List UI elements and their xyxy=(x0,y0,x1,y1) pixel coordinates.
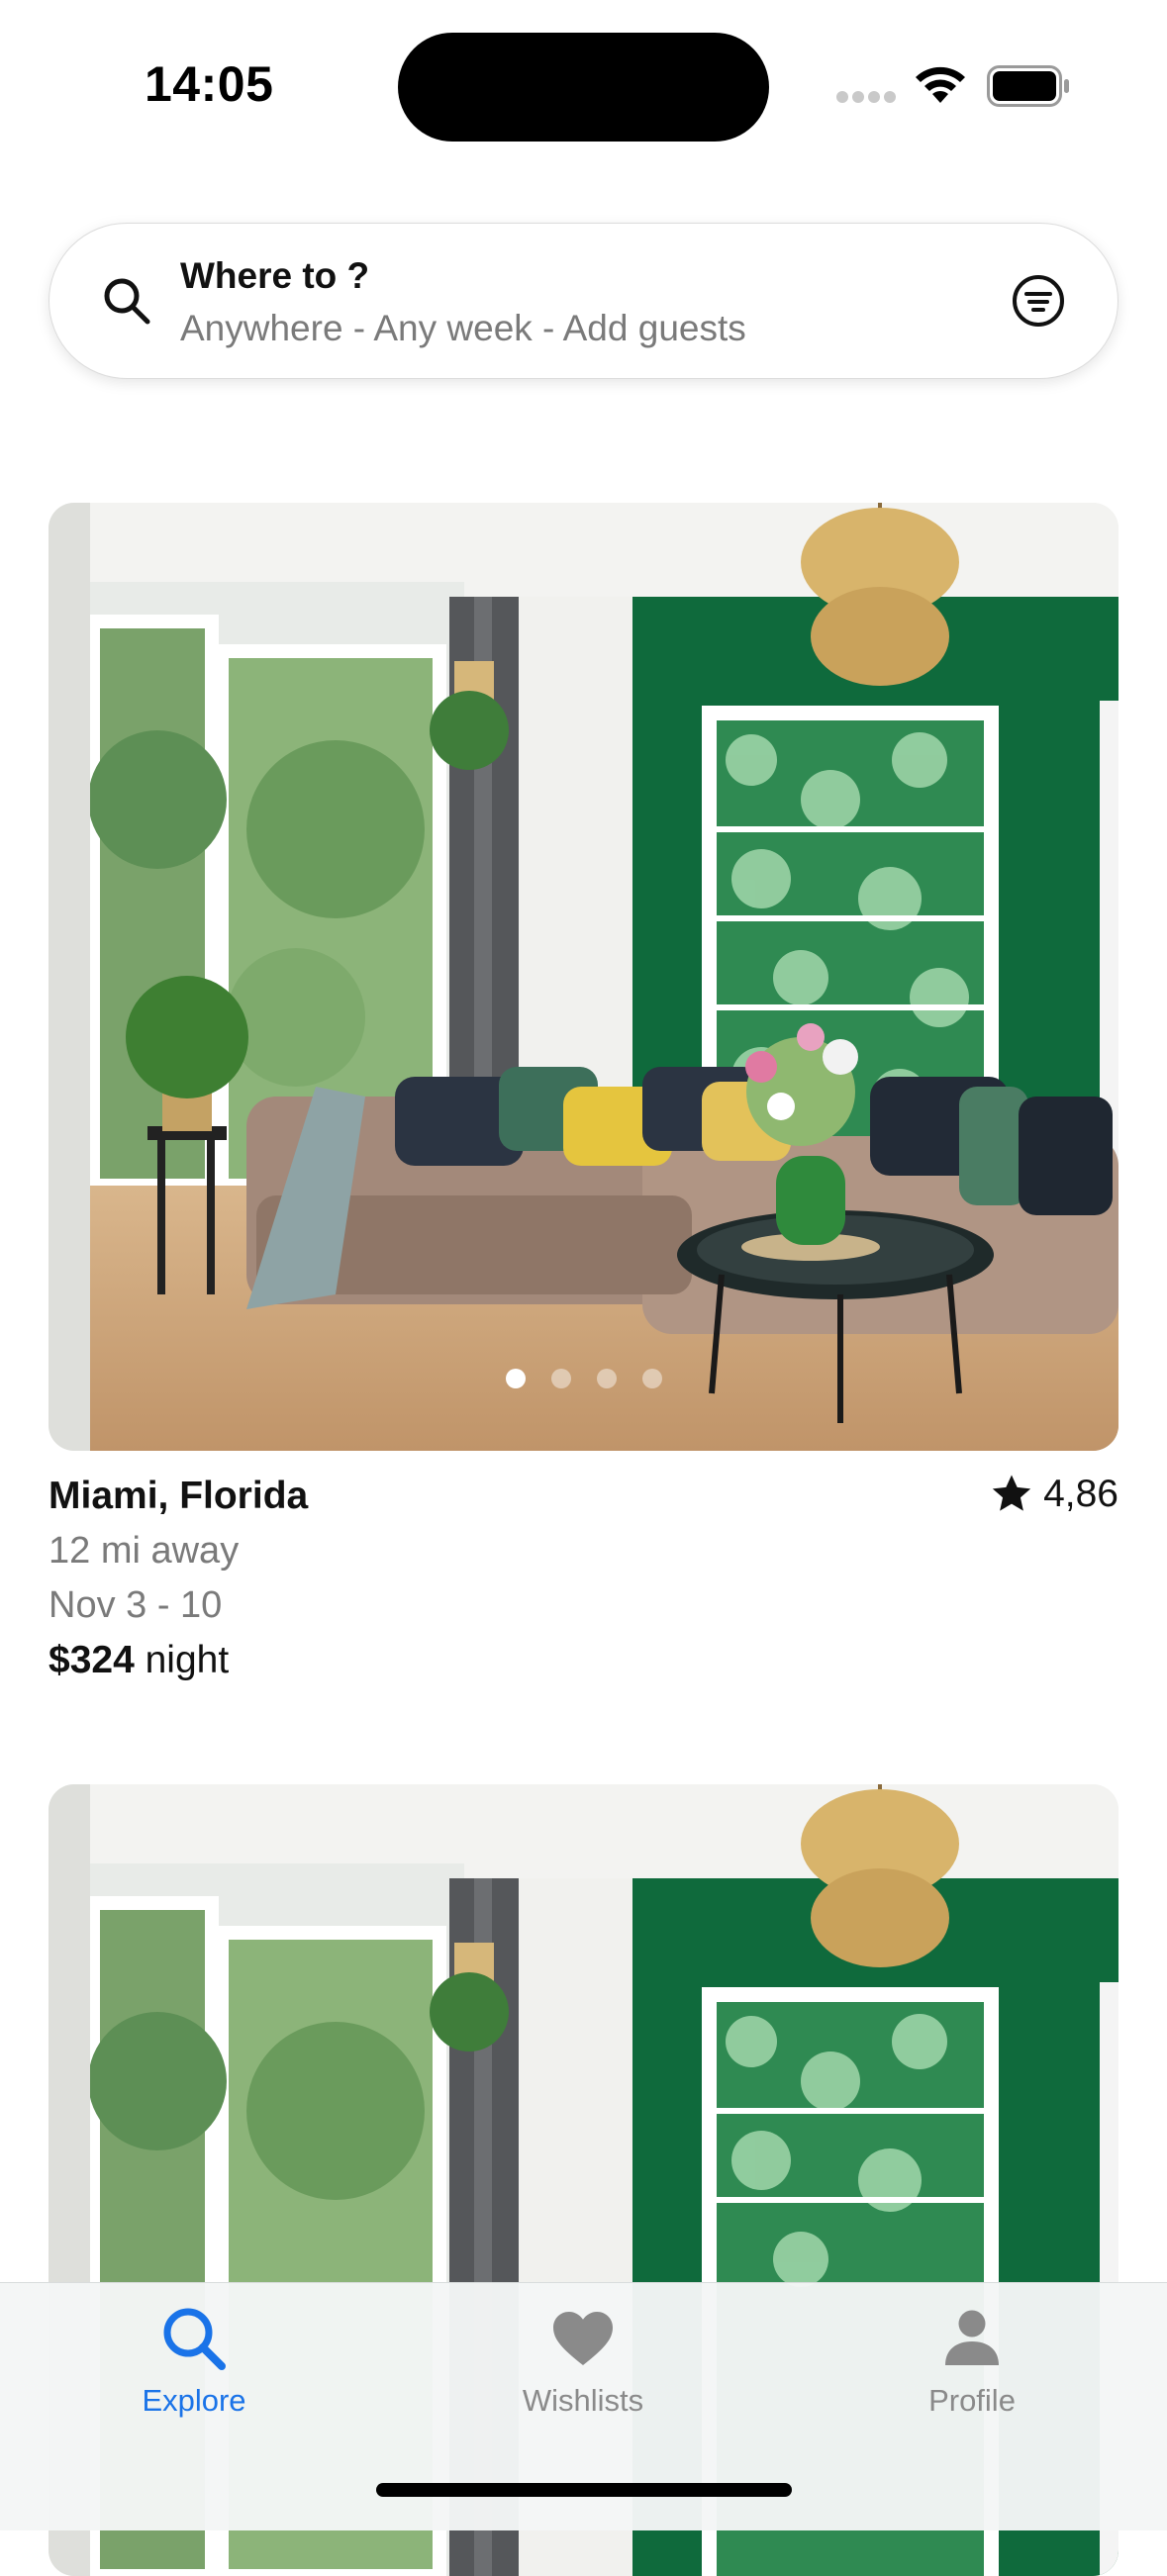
rating-value: 4,86 xyxy=(1043,1473,1118,1515)
home-indicator[interactable] xyxy=(376,2483,792,2497)
pagination-dot[interactable] xyxy=(641,1369,662,1388)
photo-pagination[interactable] xyxy=(49,1369,1118,1393)
price-unit: night xyxy=(145,1639,230,1681)
tab-label-profile: Profile xyxy=(928,2383,1016,2418)
tab-profile[interactable]: Profile xyxy=(843,2303,1101,2419)
pagination-dot[interactable] xyxy=(596,1369,617,1388)
listing-distance: 12 mi away xyxy=(49,1530,240,1572)
listing-dates: Nov 3 - 10 xyxy=(49,1584,223,1626)
price-amount: $324 xyxy=(49,1639,135,1681)
listing-location[interactable]: Miami, Florida xyxy=(49,1475,308,1518)
search-subtitle: Anywhere - Any week - Add guests xyxy=(180,308,746,348)
dynamic-island xyxy=(398,33,769,142)
tab-wishlists[interactable]: Wishlists xyxy=(454,2303,712,2419)
tab-explore[interactable]: Explore xyxy=(65,2303,323,2419)
listing-rating: 4,86 xyxy=(990,1473,1118,1516)
search-title: Where to ? xyxy=(180,255,370,296)
listing-price: $324 night xyxy=(49,1639,229,1682)
search-bar[interactable]: Where to ? Anywhere - Any week - Add gue… xyxy=(49,223,1118,379)
wifi-icon xyxy=(916,66,965,103)
search-icon xyxy=(163,2308,226,2370)
star-icon xyxy=(992,1475,1031,1511)
filter-icon[interactable] xyxy=(1011,273,1066,329)
pagination-dot[interactable] xyxy=(505,1369,526,1388)
person-icon xyxy=(945,2310,999,2365)
heart-icon xyxy=(553,2312,613,2365)
pagination-dot[interactable] xyxy=(550,1369,571,1388)
tab-label-wishlists: Wishlists xyxy=(522,2383,644,2418)
living-room-photo xyxy=(49,503,1118,1451)
tab-label-explore: Explore xyxy=(142,2383,246,2418)
listing-photo[interactable] xyxy=(49,503,1118,1451)
status-time: 14:05 xyxy=(145,56,274,112)
search-icon xyxy=(104,278,150,325)
battery-icon xyxy=(987,65,1069,107)
